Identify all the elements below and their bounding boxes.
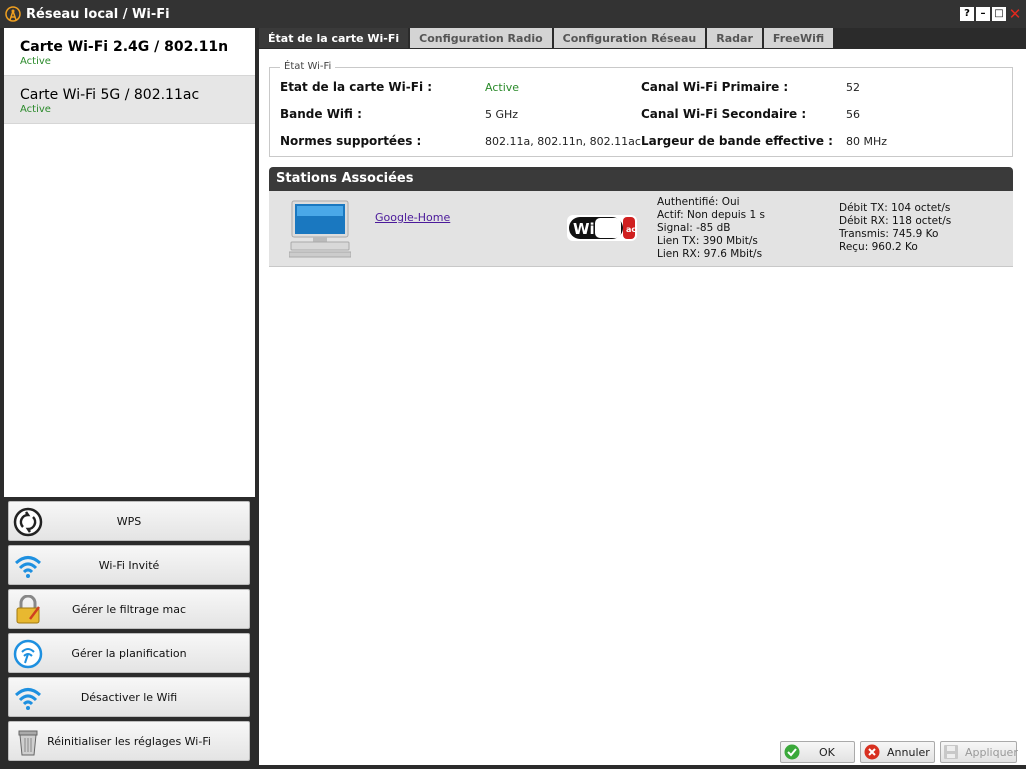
- disable-wifi-button[interactable]: Désactiver le Wifi: [8, 677, 250, 717]
- reset-wifi-button[interactable]: Réinitialiser les réglages Wi-Fi: [8, 721, 250, 761]
- computer-icon: [289, 200, 351, 258]
- station-info-line: Lien TX: 390 Mbit/s: [657, 235, 758, 247]
- stations-header: Stations Associées: [269, 167, 1013, 191]
- primary-channel-label: Canal Wi-Fi Primaire :: [641, 80, 789, 94]
- apply-button[interactable]: Appliquer: [940, 741, 1018, 763]
- card-item-2g[interactable]: Carte Wi-Fi 2.4G / 802.11n Active: [4, 28, 255, 76]
- wifi-icon: [12, 550, 44, 582]
- check-icon: [783, 743, 801, 761]
- action-label: Gérer le filtrage mac: [72, 602, 186, 616]
- station-traffic: Débit TX: 104 octet/s Débit RX: 118 octe…: [839, 202, 951, 254]
- svg-text:WiFi: WiFi: [573, 220, 610, 238]
- svg-text:ac: ac: [626, 225, 636, 234]
- tab-freewifi[interactable]: FreeWifi: [763, 28, 834, 48]
- maximize-button[interactable]: □: [992, 7, 1006, 21]
- station-traffic-line: Reçu: 960.2 Ko: [839, 241, 918, 253]
- card-status: Active: [20, 56, 51, 67]
- action-label: WPS: [116, 514, 142, 528]
- cancel-icon: [863, 743, 881, 761]
- tab-wifi-status[interactable]: État de la carte Wi-Fi: [259, 28, 409, 48]
- fieldset-legend: État Wi-Fi: [280, 61, 336, 72]
- card-name: Carte Wi-Fi 2.4G / 802.11n: [20, 39, 229, 55]
- secondary-channel-label: Canal Wi-Fi Secondaire :: [641, 107, 807, 121]
- help-button[interactable]: ?: [960, 7, 974, 21]
- station-traffic-line: Débit TX: 104 octet/s: [839, 202, 951, 214]
- station-traffic-line: Débit RX: 118 octet/s: [839, 215, 952, 227]
- mac-filter-button[interactable]: Gérer le filtrage mac: [8, 589, 250, 629]
- action-label: Gérer la planification: [71, 646, 187, 660]
- main-panel: État Wi-Fi Etat de la carte Wi-Fi : Acti…: [259, 49, 1026, 765]
- bandwidth-value: 80 MHz: [846, 135, 888, 148]
- wifi-status-fieldset: État Wi-Fi Etat de la carte Wi-Fi : Acti…: [269, 61, 1013, 157]
- tab-bar: État de la carte Wi-Fi Configuration Rad…: [259, 27, 834, 49]
- wifi-band-value: 5 GHz: [485, 108, 519, 121]
- cancel-button[interactable]: Annuler: [860, 741, 935, 763]
- ok-label: OK: [819, 745, 835, 759]
- trash-icon: [12, 726, 44, 758]
- action-label: Réinitialiser les réglages Wi-Fi: [47, 734, 211, 748]
- bandwidth-label: Largeur de bande effective :: [641, 134, 833, 148]
- cancel-label: Annuler: [887, 745, 930, 759]
- wifi-card-state-label: Etat de la carte Wi-Fi :: [280, 80, 433, 94]
- action-buttons: WPS Wi-Fi Invité Gérer le filtrage mac G…: [8, 501, 250, 765]
- card-list: Carte Wi-Fi 2.4G / 802.11n Active Carte …: [4, 28, 255, 497]
- apply-label: Appliquer: [965, 745, 1018, 759]
- wifi-ac-badge-icon: WiFi ac: [567, 215, 637, 241]
- station-row: Google-Home WiFi ac Authentifié: Oui Act…: [269, 191, 1013, 267]
- schedule-button[interactable]: Gérer la planification: [8, 633, 250, 673]
- window-title: Réseau local / Wi-Fi: [26, 6, 170, 22]
- minimize-button[interactable]: –: [976, 7, 990, 21]
- station-info-line: Lien RX: 97.6 Mbit/s: [657, 248, 763, 260]
- station-info-line: Signal: -85 dB: [657, 222, 731, 234]
- station-name-link[interactable]: Google-Home: [375, 211, 450, 224]
- tab-network-config[interactable]: Configuration Réseau: [553, 28, 706, 48]
- title-bar: Réseau local / Wi-Fi ? – □ ✕: [0, 0, 1026, 28]
- wifi-band-label: Bande Wifi :: [280, 107, 362, 121]
- action-label: Désactiver le Wifi: [80, 690, 178, 704]
- window-controls: ? – □ ✕: [960, 6, 1022, 21]
- station-info: Authentifié: Oui Actif: Non depuis 1 s S…: [657, 196, 765, 261]
- card-status: Active: [20, 104, 51, 115]
- close-button[interactable]: ✕: [1008, 6, 1022, 21]
- tab-radio-config[interactable]: Configuration Radio: [410, 28, 552, 48]
- supported-standards-label: Normes supportées :: [280, 134, 422, 148]
- clock-wifi-icon: [12, 638, 44, 670]
- supported-standards-value: 802.11a, 802.11n, 802.11ac: [485, 135, 641, 148]
- wifi-tower-icon: [5, 6, 21, 22]
- card-item-5g[interactable]: Carte Wi-Fi 5G / 802.11ac Active: [4, 76, 255, 124]
- tab-radar[interactable]: Radar: [707, 28, 762, 48]
- station-info-line: Authentifié: Oui: [657, 196, 740, 208]
- secondary-channel-value: 56: [846, 108, 860, 121]
- wps-icon: [12, 506, 44, 538]
- station-info-line: Actif: Non depuis 1 s: [657, 209, 765, 221]
- primary-channel-value: 52: [846, 81, 860, 94]
- wps-button[interactable]: WPS: [8, 501, 250, 541]
- ok-button[interactable]: OK: [780, 741, 855, 763]
- padlock-icon: [12, 594, 44, 626]
- station-traffic-line: Transmis: 745.9 Ko: [839, 228, 939, 240]
- guest-wifi-button[interactable]: Wi-Fi Invité: [8, 545, 250, 585]
- card-name: Carte Wi-Fi 5G / 802.11ac: [20, 87, 200, 103]
- action-label: Wi-Fi Invité: [98, 558, 160, 572]
- wifi-card-state-value: Active: [485, 81, 520, 94]
- save-icon: [943, 743, 959, 761]
- wifi-icon: [12, 682, 44, 714]
